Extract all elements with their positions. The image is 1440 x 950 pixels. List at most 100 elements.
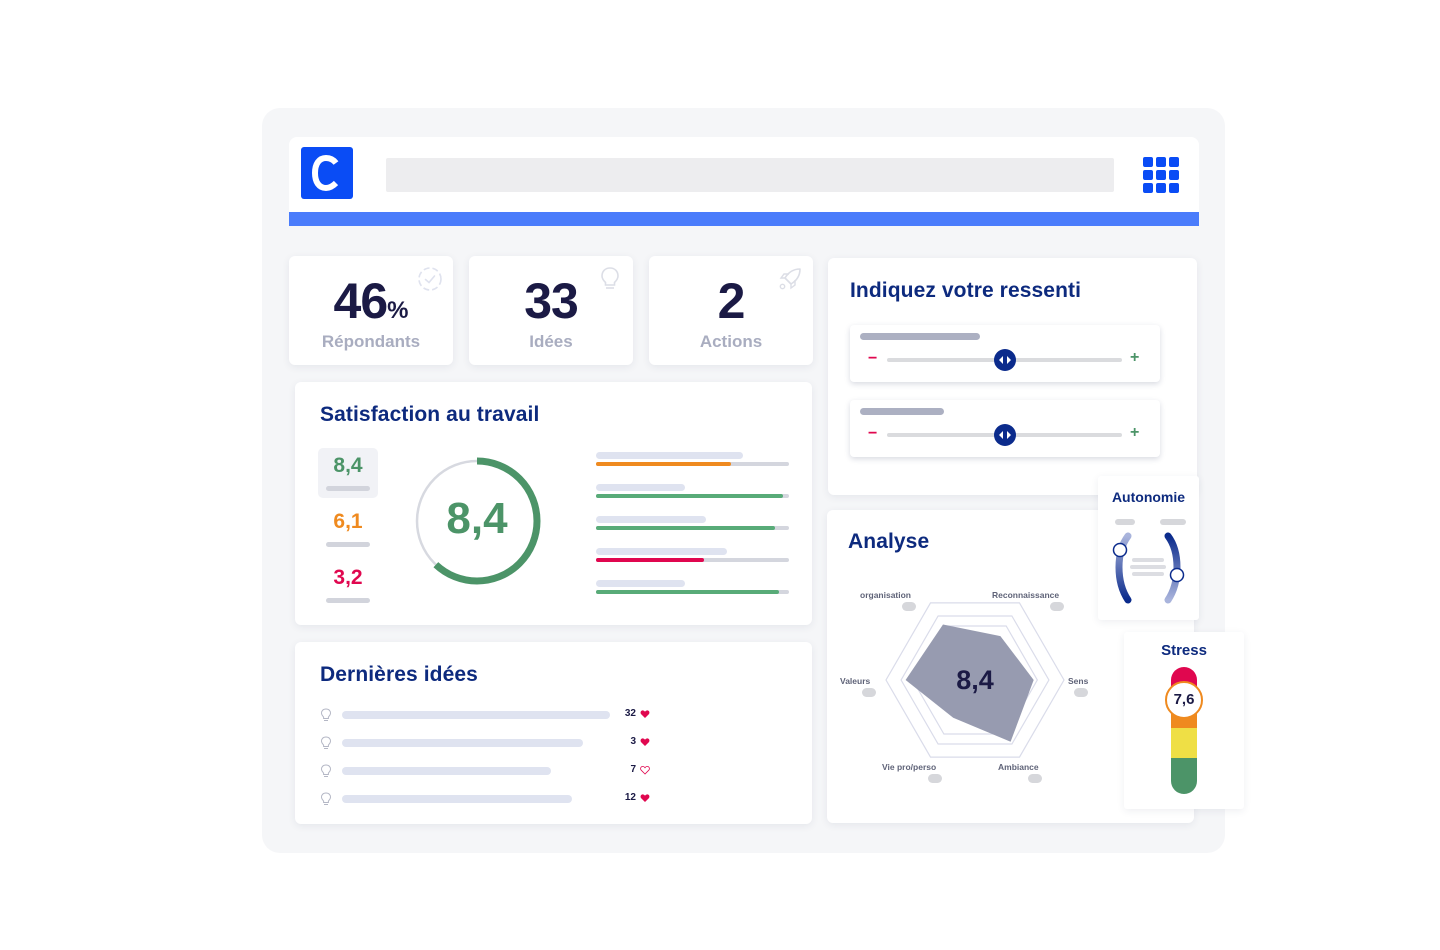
brand-logo-icon[interactable]: [301, 147, 353, 199]
idea-text-placeholder: [342, 767, 552, 775]
stat-card-actions[interactable]: 2 Actions: [649, 256, 813, 365]
criterion-label-placeholder: [596, 452, 743, 459]
heart-filled-icon[interactable]: [640, 793, 650, 803]
radar-axis-label: Ambiance: [998, 762, 1039, 772]
radar-axis-value-placeholder: [928, 774, 942, 783]
criterion-fill: [596, 494, 784, 498]
score-bar: [326, 598, 370, 603]
criterion-label-placeholder: [596, 516, 706, 523]
idea-like-count: 3: [630, 736, 636, 747]
stress-segment: [1171, 727, 1197, 759]
idea-row[interactable]: 32: [320, 708, 660, 722]
autonomy-right-label: [1160, 519, 1186, 525]
score-value: 3,2: [333, 566, 363, 589]
radar-axis-value-placeholder: [1028, 774, 1042, 783]
heart-filled-icon[interactable]: [640, 737, 650, 747]
slider-increase-button[interactable]: +: [1130, 425, 1139, 441]
slider-thumb[interactable]: [993, 424, 1016, 446]
stat-card-ideas[interactable]: 33 Idées: [469, 256, 633, 365]
radar-axis-value-placeholder: [902, 602, 916, 611]
stat-label: Idées: [529, 332, 573, 351]
score-bar: [326, 486, 370, 491]
radar-axis-label: organisation: [860, 590, 912, 600]
criterion-track: [596, 526, 789, 530]
criterion-label-placeholder: [596, 580, 685, 587]
search-bar[interactable]: [386, 158, 1114, 192]
lightbulb-icon: [320, 708, 332, 721]
criterion-label-placeholder: [596, 548, 728, 555]
radar-axis-value-placeholder: [1074, 688, 1088, 697]
radar-axis-label: Reconnaissance: [992, 590, 1060, 600]
check-circle-icon: [418, 267, 442, 291]
criterion-fill: [596, 558, 705, 562]
autonomy-left-handle[interactable]: [1112, 542, 1128, 558]
idea-row[interactable]: 12: [320, 792, 660, 806]
criterion-bar: [596, 580, 789, 600]
apps-grid-icon[interactable]: [1143, 157, 1179, 193]
autonomy-title: Autonomie: [1111, 489, 1186, 505]
autonomy-gauge: [1112, 519, 1186, 604]
criterion-fill: [596, 526, 776, 530]
slider-thumb[interactable]: [993, 349, 1016, 371]
score-value: 6,1: [333, 510, 363, 533]
radar-axis-label: Valeurs: [840, 676, 871, 686]
lightbulb-icon: [320, 736, 332, 749]
score-value: 8,4: [333, 454, 363, 477]
stat-label: Répondants: [321, 332, 421, 351]
slider-increase-button[interactable]: +: [1130, 350, 1139, 366]
stress-value: 7,6: [1165, 681, 1203, 719]
brand-logo-glyph: [312, 155, 339, 191]
criterion-track: [596, 590, 789, 594]
stat-label: Actions: [699, 332, 763, 351]
radar-axis-value-placeholder: [1050, 602, 1064, 611]
radar-axis-label: Sens: [1068, 676, 1089, 686]
satisfaction-card: Satisfaction au travail 8,4 6,1 3,2 8,4: [295, 382, 812, 625]
ring-value: 8,4: [446, 494, 508, 543]
radar-axis-label: Vie pro/perso: [882, 762, 937, 772]
slider-track[interactable]: [887, 424, 1122, 446]
slider-label-placeholder: [860, 408, 944, 415]
idea-text-placeholder: [342, 739, 584, 747]
stat-card-respondents[interactable]: 46% Répondants: [289, 256, 453, 365]
feeling-slider: − +: [850, 325, 1160, 382]
idea-like-count: 12: [624, 792, 636, 803]
criterion-fill: [596, 462, 732, 466]
idea-text-placeholder: [342, 795, 573, 803]
lightbulb-icon: [601, 267, 619, 289]
idea-row[interactable]: 7: [320, 764, 660, 778]
criterion-track: [596, 494, 789, 498]
heart-outline-icon[interactable]: [640, 765, 650, 775]
stress-segment: [1171, 758, 1197, 794]
feeling-slider: − +: [850, 400, 1160, 457]
accent-bar: [289, 212, 1199, 226]
idea-row[interactable]: 3: [320, 736, 660, 750]
rocket-icon: [779, 268, 801, 290]
idea-like-count: 7: [630, 764, 636, 775]
criterion-bar: [596, 548, 789, 568]
criterion-fill: [596, 590, 780, 594]
radar-center-value: 8,4: [956, 665, 994, 695]
ideas-card: Dernières idées 32 3 7 12: [295, 642, 812, 824]
slider-label-placeholder: [860, 333, 980, 340]
criterion-label-placeholder: [596, 484, 685, 491]
autonomy-right-handle[interactable]: [1169, 567, 1185, 583]
idea-like-count: 32: [624, 708, 636, 719]
score-item[interactable]: 3,2: [318, 560, 378, 610]
criterion-track: [596, 558, 789, 562]
score-item[interactable]: 8,4: [318, 448, 378, 498]
lightbulb-icon: [320, 792, 332, 805]
criterion-bar: [596, 484, 789, 504]
ideas-title: Dernières idées: [320, 663, 478, 686]
score-item[interactable]: 6,1: [318, 504, 378, 554]
idea-text-placeholder: [342, 711, 610, 719]
heart-filled-icon[interactable]: [640, 709, 650, 719]
slider-decrease-button[interactable]: −: [868, 351, 877, 367]
feeling-title: Indiquez votre ressenti: [850, 279, 1082, 302]
slider-decrease-button[interactable]: −: [868, 426, 877, 442]
score-bar: [326, 542, 370, 547]
slider-track[interactable]: [887, 349, 1122, 371]
lightbulb-icon: [320, 764, 332, 777]
feeling-card: Indiquez votre ressenti − + − +: [828, 258, 1197, 495]
criterion-track: [596, 462, 789, 466]
autonomy-card: Autonomie: [1098, 476, 1199, 620]
